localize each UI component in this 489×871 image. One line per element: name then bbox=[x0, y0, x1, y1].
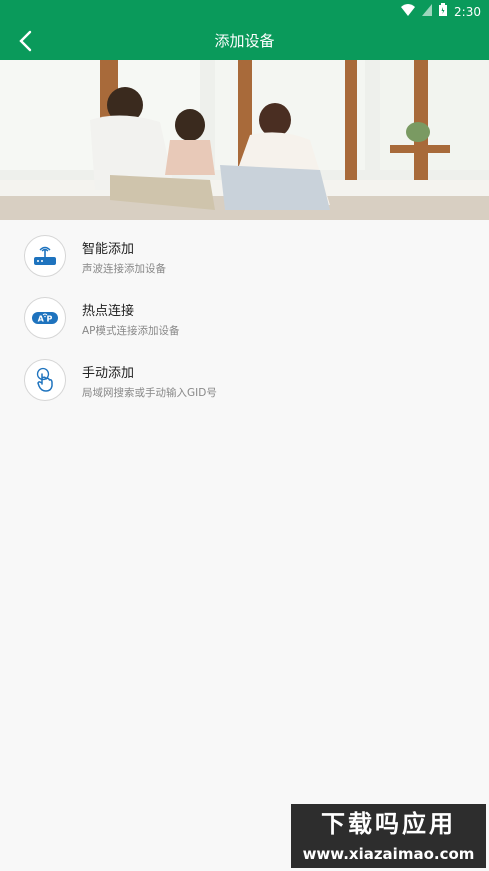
option-name: 手动添加 bbox=[82, 366, 135, 381]
manual-add-option[interactable]: 手动添加 局域网搜索或手动输入GID号 bbox=[0, 349, 489, 411]
option-name: 智能添加 bbox=[82, 242, 135, 257]
watermark-title: 下载吗应用 bbox=[321, 810, 456, 838]
add-methods-list: 智能添加 声波连接添加设备 A P 热点连接 AP模式连接添加设备 手动添加 局… bbox=[0, 225, 489, 411]
option-desc: AP模式连接添加设备 bbox=[82, 325, 180, 337]
ap-icon: A P bbox=[24, 297, 66, 339]
app-bar: 添加设备 bbox=[0, 22, 489, 60]
wifi-icon bbox=[401, 3, 416, 20]
watermark-url: www.xiazaimao.com bbox=[302, 845, 475, 863]
option-name: 热点连接 bbox=[82, 304, 135, 319]
hotspot-connect-option[interactable]: A P 热点连接 AP模式连接添加设备 bbox=[0, 287, 489, 349]
signal-icon bbox=[422, 3, 433, 20]
page-title: 添加设备 bbox=[214, 32, 275, 50]
smart-add-option[interactable]: 智能添加 声波连接添加设备 bbox=[0, 225, 489, 287]
router-icon bbox=[24, 235, 66, 277]
hand-touch-icon bbox=[24, 359, 66, 401]
hero-image-family bbox=[0, 60, 489, 220]
status-time: 2:30 bbox=[454, 4, 481, 19]
battery-icon bbox=[439, 3, 448, 20]
status-bar: 2:30 bbox=[0, 0, 489, 22]
status-icons: 2:30 bbox=[401, 3, 481, 20]
option-desc: 声波连接添加设备 bbox=[82, 263, 166, 275]
watermark-logo: 下载吗应用 www.xiazaimao.com bbox=[291, 804, 486, 868]
option-desc: 局域网搜索或手动输入GID号 bbox=[82, 387, 217, 399]
